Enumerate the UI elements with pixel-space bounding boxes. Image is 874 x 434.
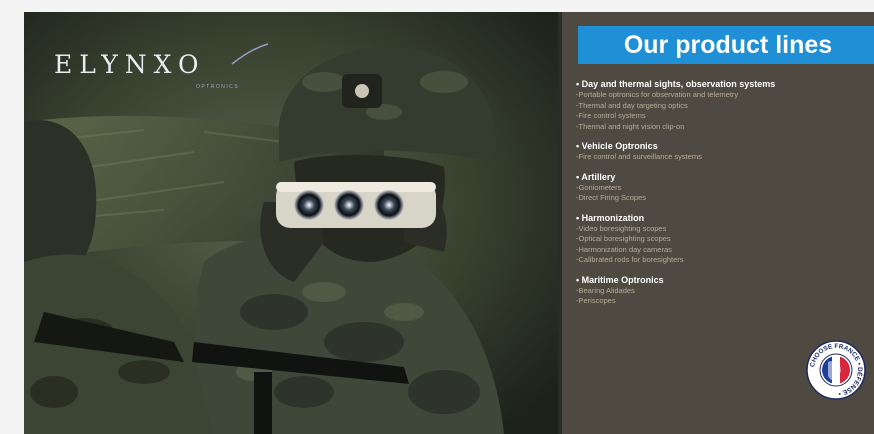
category-heading: • Harmonization (576, 212, 645, 223)
category-day-thermal: • Day and thermal sights, observation sy… (576, 78, 874, 132)
category-heading: • Vehicle Optronics (576, 141, 658, 151)
list-item: -Video boresighting scopes (576, 223, 667, 233)
brand-tagline: OPTRONICS (196, 84, 240, 90)
title-box: Our product lines (578, 26, 874, 64)
brand-name: ELYNXO (54, 50, 206, 79)
list-item: -Bearing Alidades (576, 285, 635, 295)
list-item: -Thermal and day targeting optics (576, 100, 688, 110)
category-harmonization: • Harmonization -Video boresighting scop… (576, 212, 874, 266)
category-maritime-optronics: • Maritime Optronics -Bearing Alidades -… (576, 274, 874, 307)
category-vehicle-optronics: • Vehicle Optronics -Fire control and su… (576, 140, 874, 163)
list-item: -Portable optronics for observation and … (576, 90, 739, 99)
list-item: -Optical boresighting scopes (576, 234, 671, 243)
elynxo-logo-icon (231, 43, 269, 65)
category-heading: • Artillery (576, 171, 616, 182)
elynxo-logo: ELYNXO OPTRONICS (54, 43, 274, 100)
soldier-photo: ELYNXO OPTRONICS (24, 12, 558, 434)
list-item: -Calibrated rods for boresighters (576, 255, 684, 264)
list-item: -Fire control systems (576, 111, 646, 120)
category-artillery: • Artillery -Goniometers -Direct Firing … (576, 171, 874, 204)
list-item: -Thermal and night vision clip-on (576, 121, 685, 131)
list-item: -Harmonization day cameras (576, 244, 672, 254)
panel-title: Our product lines (623, 30, 833, 59)
list-item: -Periscopes (576, 296, 616, 305)
list-item: -Fire control and surveillance systems (576, 152, 702, 161)
list-item: -Goniometers (576, 182, 622, 192)
france-flag-badge-icon: CHOOSE FRANCE • DÉFENSE • (806, 340, 866, 400)
product-lines-list: • Day and thermal sights, observation sy… (576, 78, 874, 315)
category-heading: • Maritime Optronics (576, 274, 664, 285)
list-item: -Direct Firing Scopes (576, 193, 647, 202)
product-banner: ELYNXO OPTRONICS Our product lines • Day… (24, 12, 874, 434)
category-heading: • Day and thermal sights, observation sy… (576, 79, 776, 89)
